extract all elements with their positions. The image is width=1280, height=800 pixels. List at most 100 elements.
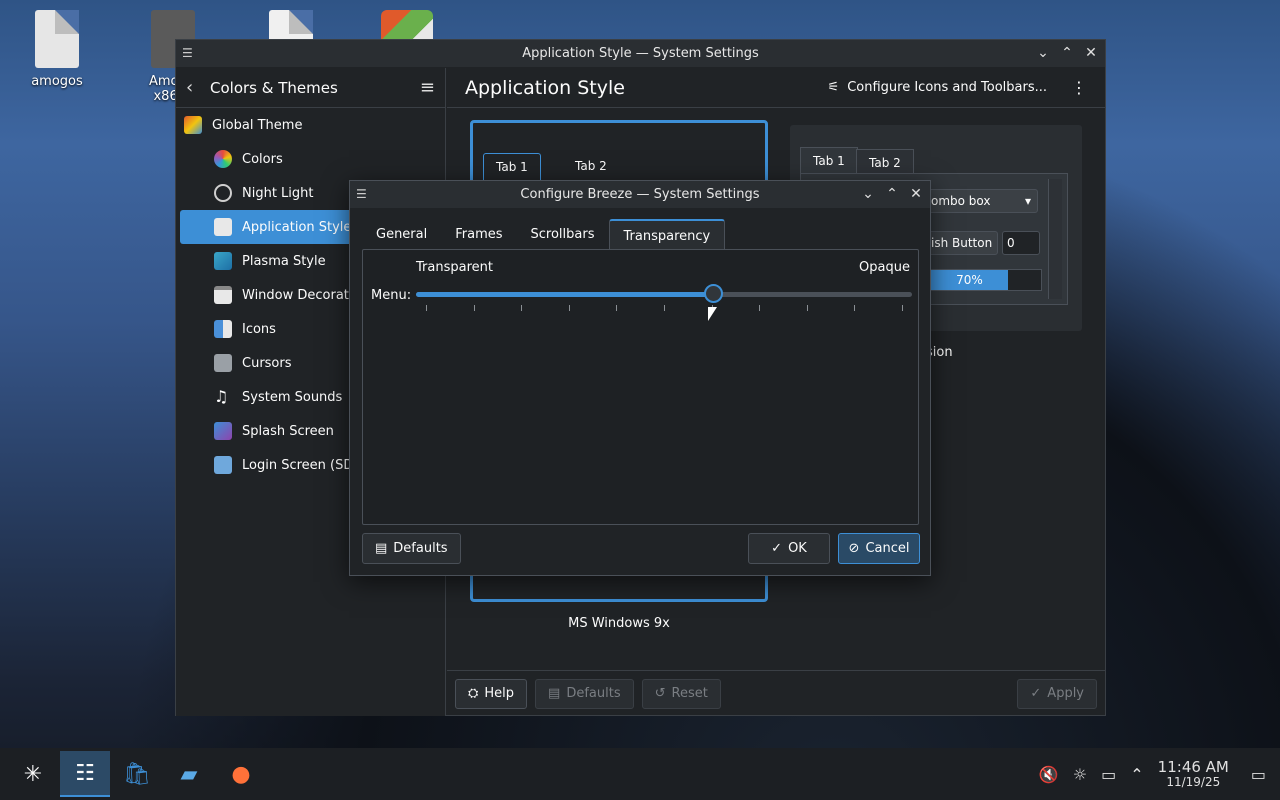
maximize-button[interactable]: ⌃ bbox=[884, 184, 900, 204]
slider-tick bbox=[759, 305, 761, 311]
file-manager-icon[interactable]: ▰ bbox=[164, 751, 214, 797]
dialog-titlebar[interactable]: ☰ Configure Breeze — System Settings ⌄ ⌃… bbox=[350, 181, 930, 208]
plasma-style-icon bbox=[214, 252, 232, 270]
preview-push-button: ish Button bbox=[926, 231, 998, 255]
main-footer: ⛭ Help ▤ Defaults ↺ Reset ✓ Apply bbox=[447, 670, 1105, 716]
music-note-icon: ♫ bbox=[214, 387, 229, 406]
checkmark-icon: ✓ bbox=[1030, 686, 1042, 701]
tab-frames[interactable]: Frames bbox=[441, 219, 516, 252]
slider-max-label: Opaque bbox=[859, 260, 910, 275]
desktop-icon-amogos[interactable]: amogos bbox=[12, 10, 102, 89]
slider-tick bbox=[568, 305, 570, 311]
content-header: Application Style ⚟ Configure Icons and … bbox=[447, 68, 1105, 108]
preview-combo-box: ombo box ▾ bbox=[926, 189, 1038, 213]
splash-screen-icon bbox=[214, 422, 232, 440]
desktop-icon-label: amogos bbox=[31, 74, 83, 89]
mouse-cursor-icon bbox=[708, 307, 717, 321]
show-desktop-icon[interactable]: ▭ bbox=[1251, 765, 1266, 784]
checkmark-icon: ✓ bbox=[771, 541, 783, 556]
slider-tick bbox=[664, 305, 665, 311]
cancel-icon: ⊘ bbox=[848, 541, 860, 556]
close-button[interactable]: ✕ bbox=[908, 184, 924, 204]
system-tray: 🔇 ☼ ▭ ⌃ 11:46 AM 11/19/25 ▭ bbox=[1039, 748, 1280, 800]
preview-tab-1: Tab 1 bbox=[800, 147, 858, 175]
dialog-title: Configure Breeze — System Settings bbox=[520, 187, 760, 202]
style-label-ms-windows: MS Windows 9x bbox=[568, 616, 670, 631]
window-title: Application Style — System Settings bbox=[522, 46, 759, 61]
maximize-button[interactable]: ⌃ bbox=[1059, 43, 1075, 63]
dialog-defaults-button[interactable]: ▤ Defaults bbox=[362, 533, 461, 564]
reset-icon: ↺ bbox=[654, 686, 666, 701]
sidebar-item-colors[interactable]: Colors bbox=[176, 142, 445, 176]
defaults-button[interactable]: ▤ Defaults bbox=[535, 678, 634, 709]
window-decorations-icon bbox=[214, 286, 232, 304]
document-icon bbox=[35, 10, 79, 68]
slider-tick bbox=[854, 305, 856, 311]
apply-button[interactable]: ✓ Apply bbox=[1017, 678, 1097, 709]
back-arrow-icon[interactable]: ‹ bbox=[186, 77, 206, 98]
minimize-button[interactable]: ⌄ bbox=[860, 184, 876, 204]
cancel-button[interactable]: ⊘ Cancel bbox=[838, 533, 920, 564]
slider-tick bbox=[521, 305, 523, 311]
preview-tab-2: Tab 2 bbox=[575, 159, 607, 173]
help-button[interactable]: ⛭ Help bbox=[455, 678, 528, 709]
reset-button[interactable]: ↺ Reset bbox=[641, 678, 721, 709]
app-launcher-icon[interactable]: ✳ bbox=[8, 751, 58, 797]
sidebar-item-global-theme[interactable]: Global Theme bbox=[176, 108, 445, 142]
volume-muted-icon[interactable]: 🔇 bbox=[1039, 765, 1059, 784]
ok-button[interactable]: ✓ OK bbox=[748, 533, 830, 564]
tab-scrollbars[interactable]: Scrollbars bbox=[517, 219, 609, 252]
slider-tick bbox=[902, 305, 903, 311]
application-style-icon bbox=[214, 218, 232, 236]
system-settings-task-icon[interactable]: ☷ bbox=[60, 751, 110, 797]
slider-fill bbox=[416, 292, 714, 297]
close-button[interactable]: ✕ bbox=[1083, 43, 1099, 63]
preview-tab-1: Tab 1 bbox=[483, 153, 541, 180]
tray-expand-icon[interactable]: ⌃ bbox=[1130, 765, 1143, 784]
configure-icon: ⚟ bbox=[827, 80, 840, 95]
preview-progress-fill: 70% bbox=[931, 270, 1008, 290]
menu-opacity-slider[interactable] bbox=[416, 292, 912, 297]
transparency-panel: Transparent Opaque Menu: bbox=[362, 249, 919, 525]
firefox-icon[interactable]: ● bbox=[216, 751, 266, 797]
minimize-button[interactable]: ⌄ bbox=[1035, 43, 1051, 63]
menu-opacity-label: Menu: bbox=[371, 288, 412, 303]
defaults-icon: ▤ bbox=[375, 541, 388, 556]
dialog-tab-bar: General Frames Scrollbars Transparency bbox=[362, 219, 726, 252]
preview-spin-box: 0 bbox=[1002, 231, 1040, 255]
slider-tick bbox=[426, 305, 427, 311]
slider-tick bbox=[806, 305, 808, 311]
clock-date: 11/19/25 bbox=[1166, 774, 1221, 789]
preview-progress-bar: 70% bbox=[930, 269, 1042, 291]
more-options-icon[interactable]: ⋮ bbox=[1071, 78, 1087, 97]
clock[interactable]: 11:46 AM 11/19/25 bbox=[1158, 759, 1229, 789]
cursors-icon bbox=[214, 354, 232, 372]
slider-tick bbox=[473, 305, 475, 311]
slider-tick bbox=[616, 305, 618, 311]
sidebar-header: ‹ Colors & Themes ≡ bbox=[176, 68, 445, 108]
clock-time: 11:46 AM bbox=[1157, 758, 1229, 777]
preview-scrollbar bbox=[1048, 179, 1062, 299]
discover-store-icon[interactable]: 🛍 bbox=[112, 751, 162, 797]
help-icon: ⛭ bbox=[468, 686, 479, 701]
defaults-icon: ▤ bbox=[548, 686, 561, 701]
global-theme-icon bbox=[184, 116, 202, 134]
slider-ticks bbox=[416, 305, 912, 311]
configure-icons-toolbars-button[interactable]: ⚟ Configure Icons and Toolbars... bbox=[828, 80, 1047, 95]
window-titlebar[interactable]: ☰ Application Style — System Settings ⌄ … bbox=[176, 40, 1105, 67]
colors-icon bbox=[214, 150, 232, 168]
icons-icon bbox=[214, 320, 232, 338]
login-screen-icon bbox=[214, 456, 232, 474]
tab-transparency[interactable]: Transparency bbox=[608, 219, 726, 252]
brightness-icon[interactable]: ☼ bbox=[1073, 765, 1087, 784]
sidebar-title[interactable]: Colors & Themes bbox=[210, 79, 420, 97]
display-icon[interactable]: ▭ bbox=[1101, 765, 1116, 784]
slider-min-label: Transparent bbox=[416, 260, 493, 275]
hamburger-menu-icon[interactable]: ≡ bbox=[420, 77, 435, 98]
page-title: Application Style bbox=[465, 76, 625, 99]
taskbar: ✳ ☷ 🛍 ▰ ● 🔇 ☼ ▭ ⌃ 11:46 AM 11/19/25 ▭ bbox=[0, 748, 1280, 800]
tab-general[interactable]: General bbox=[362, 219, 441, 252]
night-light-icon bbox=[214, 184, 232, 202]
configure-breeze-dialog: ☰ Configure Breeze — System Settings ⌄ ⌃… bbox=[349, 180, 931, 576]
slider-handle[interactable] bbox=[703, 284, 723, 303]
